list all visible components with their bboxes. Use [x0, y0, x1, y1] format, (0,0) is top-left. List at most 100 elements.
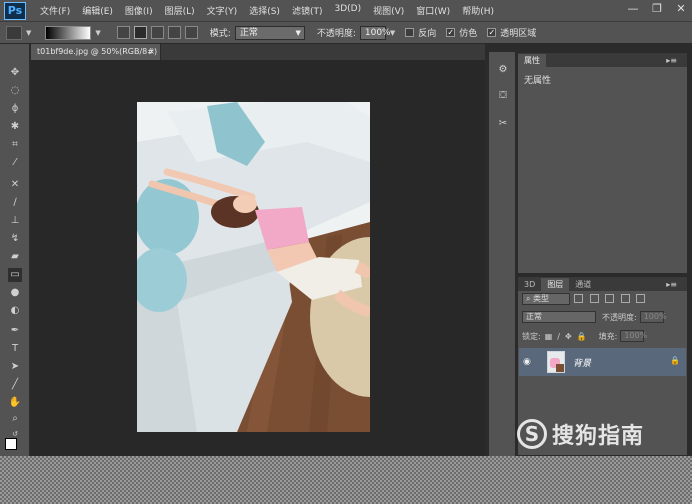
minimize-button[interactable]: —: [626, 2, 640, 16]
window-controls: — ❐ ✕: [626, 2, 688, 16]
menu-bar: Ps 文件(F) 编辑(E) 图像(I) 图层(L) 文字(Y) 选择(S) 滤…: [0, 0, 692, 22]
menu-select[interactable]: 选择(S): [243, 4, 286, 17]
tools-panel-icon[interactable]: ✂: [495, 116, 511, 132]
mode-select-value: 正常: [239, 27, 258, 38]
close-tab-icon[interactable]: ×: [148, 44, 155, 60]
layer-thumbnail: [547, 351, 565, 373]
healing-brush-icon[interactable]: ✕: [8, 178, 22, 192]
watermark-text: 搜狗指南: [552, 424, 645, 449]
eraser-tool-icon[interactable]: ▰: [8, 250, 22, 264]
menu-view[interactable]: 视图(V): [367, 4, 410, 17]
tab-properties[interactable]: 属性: [518, 54, 546, 67]
document-tab[interactable]: t01bf9de.jpg @ 50%(RGB/8#) ×: [31, 44, 161, 60]
pen-tool-icon[interactable]: ✒: [8, 324, 22, 338]
diamond-gradient-button[interactable]: [184, 26, 198, 39]
layer-name: 背景: [573, 358, 592, 369]
tab-layers[interactable]: 图层: [541, 278, 570, 291]
lock-brush-icon[interactable]: ∕: [557, 332, 560, 341]
menu-file[interactable]: 文件(F): [34, 4, 76, 17]
lock-all-icon[interactable]: 🔒: [577, 332, 587, 341]
reverse-checkbox[interactable]: 反向: [405, 26, 436, 39]
shape-filter-icon[interactable]: [620, 293, 630, 303]
chevron-down-icon: ▼: [295, 28, 301, 37]
blur-tool-icon[interactable]: ●: [8, 286, 22, 300]
blend-opacity-row: 正常 不透明度: 100%: [522, 311, 667, 323]
pixel-filter-icon[interactable]: [574, 293, 583, 303]
lock-icon: 🔒: [670, 356, 680, 365]
main-menu: 文件(F) 编辑(E) 图像(I) 图层(L) 文字(Y) 选择(S) 滤镜(T…: [34, 4, 500, 17]
menu-edit[interactable]: 编辑(E): [76, 4, 119, 17]
adjustment-filter-icon[interactable]: [589, 293, 599, 303]
reflected-gradient-button[interactable]: [167, 26, 181, 39]
lasso-tool-icon[interactable]: ϕ: [8, 102, 22, 116]
dither-label: 仿色: [459, 29, 478, 39]
line-tool-icon[interactable]: ╱: [8, 378, 22, 392]
adjustments-panel-icon[interactable]: ⚙: [495, 62, 511, 78]
brush-tool-icon[interactable]: ∕: [8, 196, 22, 210]
blend-mode-select[interactable]: 正常: [522, 311, 596, 323]
opacity-label: 不透明度:: [316, 29, 356, 39]
opacity-input[interactable]: 100%: [359, 25, 391, 40]
fill-value: 100%: [624, 331, 648, 340]
collapsed-panel-dock: ⚙ ⛋ ✂: [488, 52, 516, 456]
menu-type[interactable]: 文字(Y): [201, 4, 244, 17]
layer-filter-value: 类型: [533, 294, 550, 303]
properties-panel-tabs: 属性 ▸≡: [518, 53, 687, 67]
gradient-type-buttons: [116, 26, 198, 39]
tool-preset-picker[interactable]: [6, 25, 22, 40]
foreground-color-swatch[interactable]: [5, 438, 17, 450]
transparency-checkbox[interactable]: ✓ 透明区域: [487, 26, 536, 39]
magic-wand-icon[interactable]: ✱: [8, 120, 22, 134]
path-selection-icon[interactable]: ➤: [8, 360, 22, 374]
visibility-eye-icon[interactable]: ◉: [523, 357, 537, 367]
close-window-button[interactable]: ✕: [674, 2, 688, 16]
layer-opacity-value: 100%: [643, 312, 667, 321]
hand-tool-icon[interactable]: ✋: [8, 396, 22, 410]
document-image[interactable]: [137, 102, 370, 432]
radial-gradient-button[interactable]: [133, 26, 147, 39]
dodge-tool-icon[interactable]: ◐: [8, 304, 22, 318]
layer-row-background[interactable]: ◉ 背景 🔒: [519, 348, 686, 376]
reverse-label: 反向: [418, 29, 437, 39]
menu-3d[interactable]: 3D(D): [328, 4, 367, 17]
linear-gradient-button[interactable]: [116, 26, 130, 39]
menu-help[interactable]: 帮助(H): [456, 4, 500, 17]
lock-transparent-icon[interactable]: ▦: [545, 332, 553, 341]
lock-fill-row: 锁定: ▦ ∕ ✥ 🔒 填充: 100%: [522, 330, 648, 342]
panel-menu-icon[interactable]: ▸≡: [660, 54, 683, 67]
tab-channels[interactable]: 通道: [569, 278, 597, 291]
panel-menu-icon[interactable]: ▸≡: [660, 278, 683, 291]
gradient-picker[interactable]: [45, 25, 92, 40]
menu-image[interactable]: 图像(I): [119, 4, 159, 17]
layer-filter-select[interactable]: ⌕ 类型: [522, 293, 570, 305]
menu-window[interactable]: 窗口(W): [410, 4, 456, 17]
eyedropper-icon[interactable]: ⁄: [8, 156, 22, 170]
photo-illustration: [137, 102, 370, 432]
gradient-tool-icon[interactable]: ▭: [8, 268, 22, 282]
move-tool-icon[interactable]: ✥: [8, 66, 22, 80]
marquee-tool-icon[interactable]: ◌: [8, 84, 22, 98]
canvas-area[interactable]: [31, 60, 485, 456]
layer-opacity-input[interactable]: 100%: [639, 311, 667, 323]
photoshop-logo: Ps: [4, 1, 26, 20]
type-filter-icon[interactable]: [605, 293, 615, 303]
angle-gradient-button[interactable]: [150, 26, 164, 39]
clone-stamp-icon[interactable]: ⊥: [8, 214, 22, 228]
stamp-panel-icon[interactable]: ⛋: [495, 88, 511, 104]
menu-layer[interactable]: 图层(L): [159, 4, 201, 17]
dither-checkbox[interactable]: ✓ 仿色: [446, 26, 477, 39]
menu-filter[interactable]: 滤镜(T): [286, 4, 329, 17]
smart-object-filter-icon[interactable]: [636, 293, 646, 303]
type-tool-icon[interactable]: T: [8, 342, 22, 356]
lock-move-icon[interactable]: ✥: [565, 332, 572, 341]
checkbox-checked-icon: ✓: [446, 28, 456, 37]
history-brush-icon[interactable]: ↯: [8, 232, 22, 246]
crop-tool-icon[interactable]: ⌗: [8, 138, 22, 152]
zoom-tool-icon[interactable]: ⌕: [8, 412, 22, 426]
chevron-down-icon[interactable]: ▼: [26, 29, 31, 37]
tab-3d[interactable]: 3D: [518, 278, 541, 291]
chevron-down-icon[interactable]: ▼: [95, 29, 100, 37]
fill-input[interactable]: 100%: [620, 330, 648, 342]
restore-button[interactable]: ❐: [650, 2, 664, 16]
mode-select[interactable]: 正常 ▼: [234, 25, 305, 40]
